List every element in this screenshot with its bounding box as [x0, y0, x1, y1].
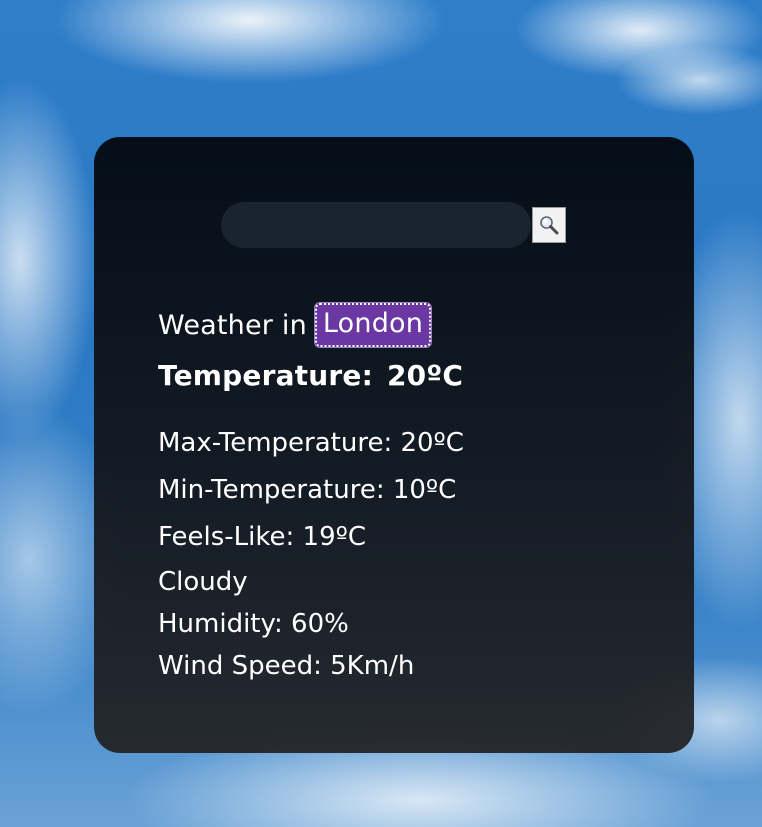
feels-like: Feels-Like: 19ºC	[158, 522, 367, 552]
weather-prefix: Weather in	[158, 309, 307, 341]
temperature-value: 20ºC	[387, 359, 464, 392]
temperature: Temperature: 20ºC	[158, 359, 654, 392]
max-temperature: Max-Temperature: 20ºC	[158, 428, 464, 458]
temperature-label: Temperature:	[158, 359, 373, 392]
search-input[interactable]	[221, 202, 531, 248]
wind-speed: Wind Speed: 5Km/h	[158, 651, 415, 681]
search-button[interactable]	[532, 207, 566, 243]
weather-card: Weather in London Temperature: 20ºC Max-T…	[94, 137, 694, 753]
weather-condition: Cloudy	[158, 567, 248, 597]
magnifier-icon	[538, 214, 560, 236]
weather-details: Max-Temperature: 20ºC Min-Temperature: 1…	[158, 420, 654, 687]
search-bar	[221, 201, 566, 249]
weather-heading: Weather in London	[158, 297, 654, 353]
humidity: Humidity: 60%	[158, 609, 349, 639]
city-name[interactable]: London	[313, 302, 433, 348]
weather-info: Weather in London Temperature: 20ºC Max-T…	[158, 297, 654, 687]
min-temperature: Min-Temperature: 10ºC	[158, 475, 457, 505]
